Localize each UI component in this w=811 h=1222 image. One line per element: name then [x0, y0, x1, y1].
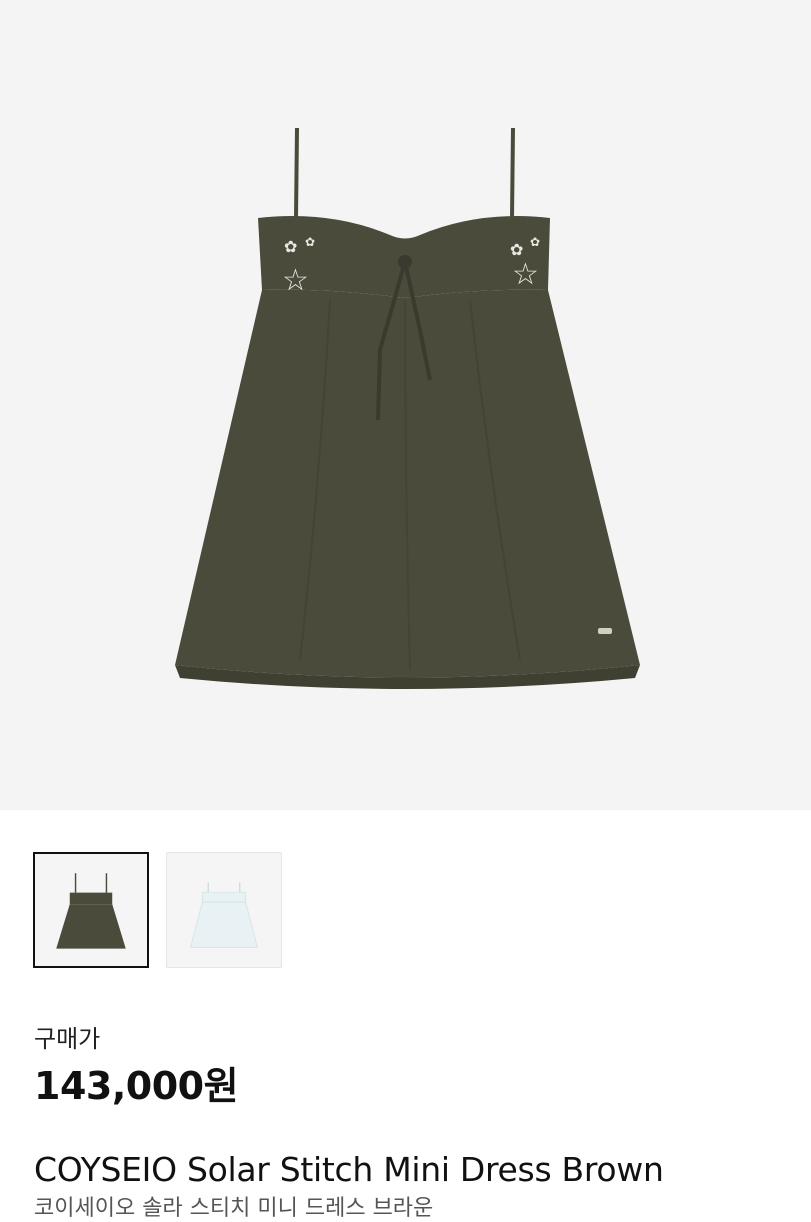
dress-thumbnail-white: [189, 882, 259, 948]
product-subtitle: 코이세이오 솔라 스티치 미니 드레스 브라운: [34, 1196, 434, 1221]
thumbnail-white[interactable]: [166, 852, 282, 968]
thumbnail-list: [33, 852, 282, 968]
svg-text:☆: ☆: [282, 263, 309, 298]
svg-text:✿: ✿: [510, 240, 523, 259]
price: 143,000원: [34, 1064, 239, 1108]
product-title: COYSEIO Solar Stitch Mini Dress Brown: [34, 1150, 664, 1189]
svg-text:✿: ✿: [284, 237, 297, 256]
svg-text:✿: ✿: [305, 235, 315, 249]
dress-illustration: ☆ ✿ ✿ ☆ ✿ ✿: [175, 127, 640, 689]
dress-thumbnail-brown: [56, 873, 126, 949]
product-main-image[interactable]: ☆ ✿ ✿ ☆ ✿ ✿: [0, 0, 811, 810]
svg-text:☆: ☆: [512, 257, 539, 292]
svg-text:✿: ✿: [530, 235, 540, 249]
thumbnail-brown[interactable]: [33, 852, 149, 968]
price-label: 구매가: [34, 1025, 101, 1053]
